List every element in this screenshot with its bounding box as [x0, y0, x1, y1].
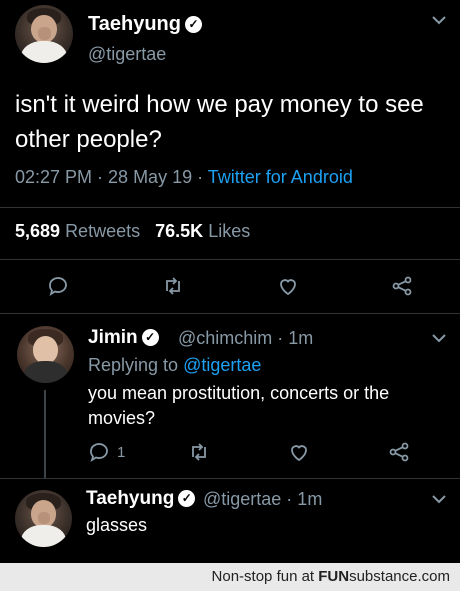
- like-icon: [280, 279, 296, 296]
- footer-text[interactable]: Non-stop fun at FUNsubstance.com: [212, 568, 450, 585]
- tweet-meta: 02:27 PM · 28 May 19 · Twitter for Andro…: [15, 167, 353, 188]
- share-button[interactable]: [386, 439, 412, 465]
- replying-prefix: Replying to: [88, 355, 179, 375]
- footer-prefix: Non-stop fun at: [211, 568, 315, 585]
- reply-count: 1: [117, 444, 126, 461]
- author-name[interactable]: Taehyung ✓: [88, 13, 202, 36]
- avatar-jimin[interactable]: [17, 326, 74, 383]
- reply-author-name-text: Taehyung: [86, 488, 175, 509]
- share-button[interactable]: [389, 273, 415, 299]
- like-label[interactable]: Likes: [208, 221, 250, 241]
- tweet-source[interactable]: Twitter for Android: [208, 167, 353, 187]
- retweet-count[interactable]: 5,689: [15, 221, 60, 241]
- replying-to: Replying to @tigertae: [88, 355, 261, 376]
- divider: [0, 313, 460, 314]
- reply-author-name[interactable]: Taehyung ✓: [86, 488, 196, 510]
- verified-icon: ✓: [184, 16, 202, 34]
- divider: [0, 207, 460, 208]
- watermark-footer: Non-stop fun at FUNsubstance.com: [0, 563, 460, 591]
- retweet-button[interactable]: [160, 273, 186, 299]
- tweet-time: 02:27 PM · 28 May 19 ·: [15, 167, 204, 187]
- chevron-down-icon[interactable]: [430, 13, 448, 27]
- tweet-text: isn't it weird how we pay money to see o…: [15, 91, 424, 153]
- verified-icon: ✓: [178, 490, 196, 508]
- share-icon: [392, 276, 412, 296]
- like-icon: [291, 445, 307, 462]
- like-button[interactable]: [275, 273, 301, 299]
- author-name-text: Taehyung: [88, 13, 181, 35]
- verified-icon: ✓: [141, 329, 159, 347]
- replying-to-link[interactable]: @tigertae: [183, 355, 261, 375]
- author-handle[interactable]: @tigertae: [88, 44, 166, 65]
- reply-author-name[interactable]: Jimin ✓: [88, 327, 159, 349]
- retweet-icon: [166, 277, 180, 295]
- reply-button[interactable]: [45, 273, 71, 299]
- chevron-down-icon[interactable]: [430, 492, 448, 506]
- reply-icon: [49, 277, 67, 297]
- tweet-stats: 5,689 Retweets 76.5K Likes: [15, 221, 250, 242]
- footer-brand-light: substance: [349, 568, 418, 585]
- chevron-down-icon[interactable]: [430, 331, 448, 345]
- footer-brand-suffix: .com: [417, 568, 450, 585]
- retweet-button[interactable]: [186, 439, 212, 465]
- reply-author-handle[interactable]: @chimchim · 1m: [178, 328, 313, 349]
- avatar-taehyung[interactable]: [15, 490, 72, 547]
- reply-author-handle[interactable]: @tigertae · 1m: [203, 489, 322, 510]
- divider: [0, 478, 460, 479]
- footer-brand-bold: FUN: [318, 568, 350, 585]
- reply-icon: [90, 443, 108, 463]
- divider: [0, 259, 460, 260]
- like-button[interactable]: [286, 439, 312, 465]
- reply-text: glasses: [86, 515, 148, 535]
- like-count[interactable]: 76.5K: [155, 221, 203, 241]
- retweet-icon: [192, 443, 206, 461]
- reply-button[interactable]: [86, 439, 112, 465]
- share-icon: [389, 442, 409, 462]
- retweet-label[interactable]: Retweets: [65, 221, 140, 241]
- reply-text: you mean prostitution, concerts or the m…: [88, 383, 390, 428]
- avatar-taehyung[interactable]: [15, 5, 73, 63]
- reply-author-name-text: Jimin: [88, 327, 138, 348]
- thread-line: [44, 390, 46, 478]
